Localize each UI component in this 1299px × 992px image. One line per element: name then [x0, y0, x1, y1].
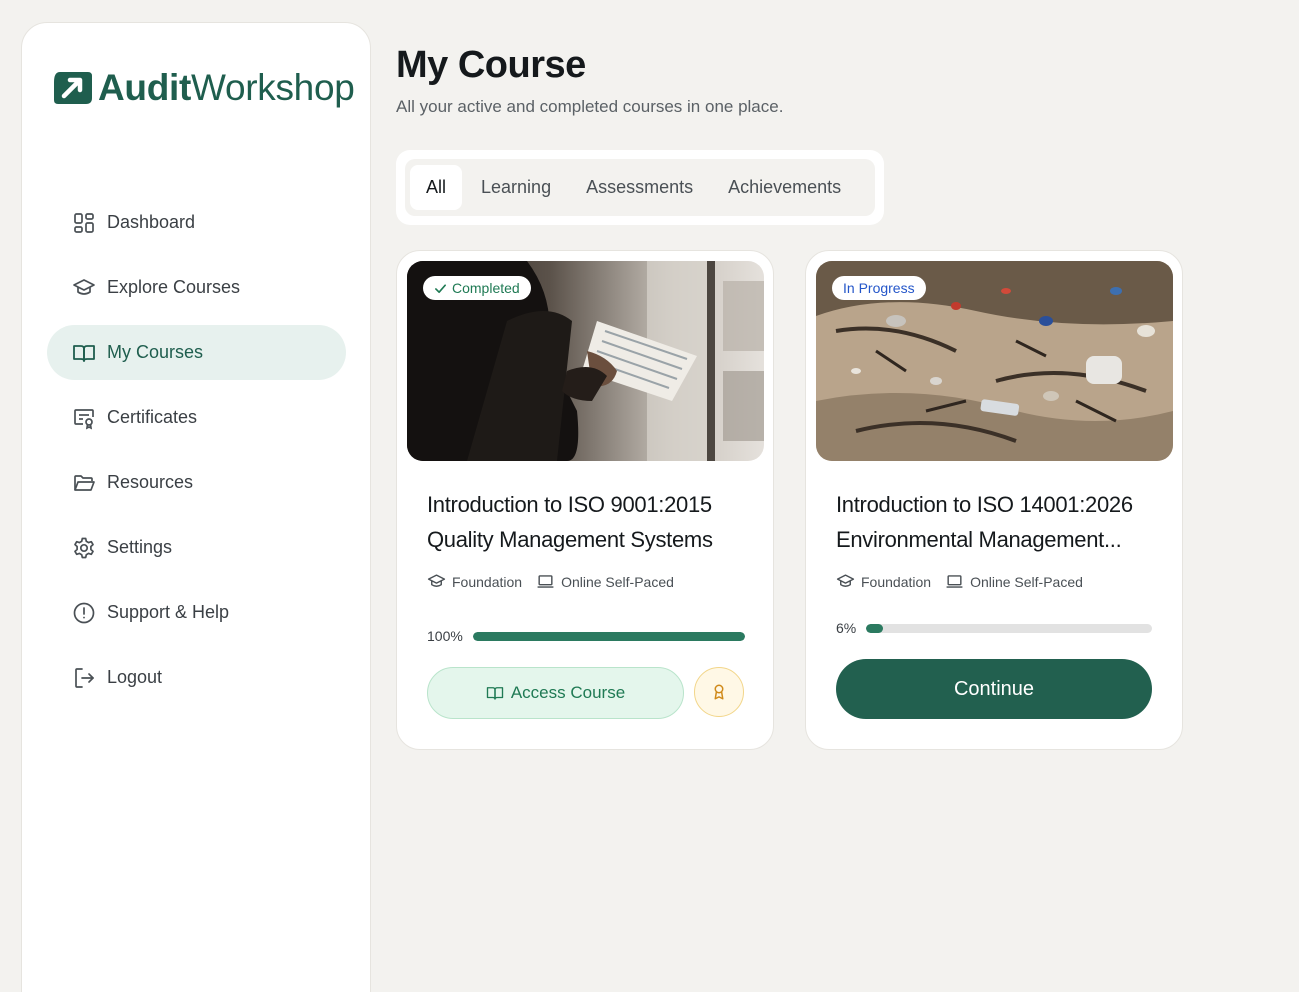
brand-logo[interactable]: AuditWorkshop: [52, 67, 355, 109]
progress-bar: [472, 631, 745, 641]
status-badge: Completed: [423, 276, 531, 300]
logout-icon: [75, 667, 94, 688]
course-card: In Progress Introduction to ISO 14001:20…: [805, 250, 1183, 750]
filter-tabs: All Learning Assessments Achievements: [396, 150, 884, 225]
tab-list: All Learning Assessments Achievements: [405, 159, 875, 216]
sidebar-item-settings[interactable]: Settings: [47, 520, 346, 575]
certificate-icon: [74, 408, 94, 429]
progress-fill: [472, 631, 745, 641]
gear-icon: [74, 537, 94, 558]
alert-circle-icon: [73, 602, 95, 623]
sidebar-item-label: My Courses: [107, 342, 204, 362]
course-mode: Online Self-Paced: [970, 573, 1083, 590]
status-badge: In Progress: [832, 276, 926, 300]
course-title[interactable]: Introduction to ISO 9001:2015 Quality Ma…: [427, 487, 747, 557]
sidebar-item-dashboard[interactable]: Dashboard: [47, 195, 346, 250]
sidebar-nav: Dashboard Explore Courses My Courses Cer…: [47, 195, 346, 715]
progress-fill: [866, 623, 884, 633]
award-ribbon-icon: [714, 684, 724, 700]
page-title: My Course: [396, 44, 586, 86]
tab-assessments[interactable]: Assessments: [570, 165, 709, 210]
course-level: Foundation: [452, 573, 523, 590]
tab-achievements[interactable]: Achievements: [712, 165, 857, 210]
course-mode: Online Self-Paced: [561, 573, 674, 590]
sidebar-item-label: Logout: [107, 667, 163, 687]
course-thumbnail[interactable]: In Progress: [816, 261, 1173, 461]
progress-label: 100%: [427, 628, 463, 644]
sidebar-item-resources[interactable]: Resources: [47, 455, 346, 510]
logo-mark-icon: [54, 72, 92, 104]
open-book-icon: [73, 344, 95, 362]
graduation-cap-icon: [73, 278, 95, 295]
course-card: Completed Introduction to ISO 9001:2015 …: [396, 250, 774, 750]
progress-row: 6%: [836, 620, 1153, 636]
progress-row: 100%: [427, 628, 745, 644]
check-icon: [435, 283, 446, 293]
access-course-button[interactable]: Access Course: [427, 667, 684, 719]
graduation-cap-icon: [836, 574, 855, 587]
sidebar-item-logout[interactable]: Logout: [47, 650, 346, 705]
progress-bar: [866, 623, 1153, 633]
sidebar-item-label: Dashboard: [107, 212, 196, 232]
open-book-icon: [486, 687, 504, 700]
course-title[interactable]: Introduction to ISO 14001:2026 Environme…: [836, 487, 1156, 557]
graduation-cap-icon: [427, 574, 446, 587]
sidebar-item-explore-courses[interactable]: Explore Courses: [47, 260, 346, 315]
sidebar-item-certificates[interactable]: Certificates: [47, 390, 346, 445]
sidebar-item-support-help[interactable]: Support & Help: [47, 585, 346, 640]
course-thumbnail[interactable]: Completed: [407, 261, 764, 461]
sidebar-item-label: Resources: [107, 472, 194, 492]
course-meta: Foundation Online Self-Paced: [836, 572, 1083, 591]
sidebar-item-label: Explore Courses: [107, 277, 241, 297]
tab-learning[interactable]: Learning: [465, 165, 567, 210]
sidebar-item-label: Settings: [107, 537, 173, 557]
course-level: Foundation: [861, 573, 932, 590]
sidebar-item-label: Certificates: [107, 407, 198, 427]
sidebar-item-my-courses[interactable]: My Courses: [47, 325, 346, 380]
sidebar-item-label: Support & Help: [107, 602, 230, 622]
brand-name: AuditWorkshop: [98, 67, 355, 108]
page-subtitle: All your active and completed courses in…: [396, 97, 784, 116]
progress-label: 6%: [836, 620, 857, 636]
folder-icon: [74, 474, 95, 491]
certificate-award-button[interactable]: [694, 667, 744, 717]
course-meta: Foundation Online Self-Paced: [427, 572, 674, 591]
laptop-icon: [946, 575, 963, 588]
tab-all[interactable]: All: [410, 165, 463, 210]
laptop-icon: [537, 575, 554, 588]
sidebar: AuditWorkshop Dashboard Explore Courses …: [21, 22, 371, 992]
dashboard-icon: [74, 212, 94, 233]
continue-button[interactable]: Continue: [836, 659, 1152, 719]
